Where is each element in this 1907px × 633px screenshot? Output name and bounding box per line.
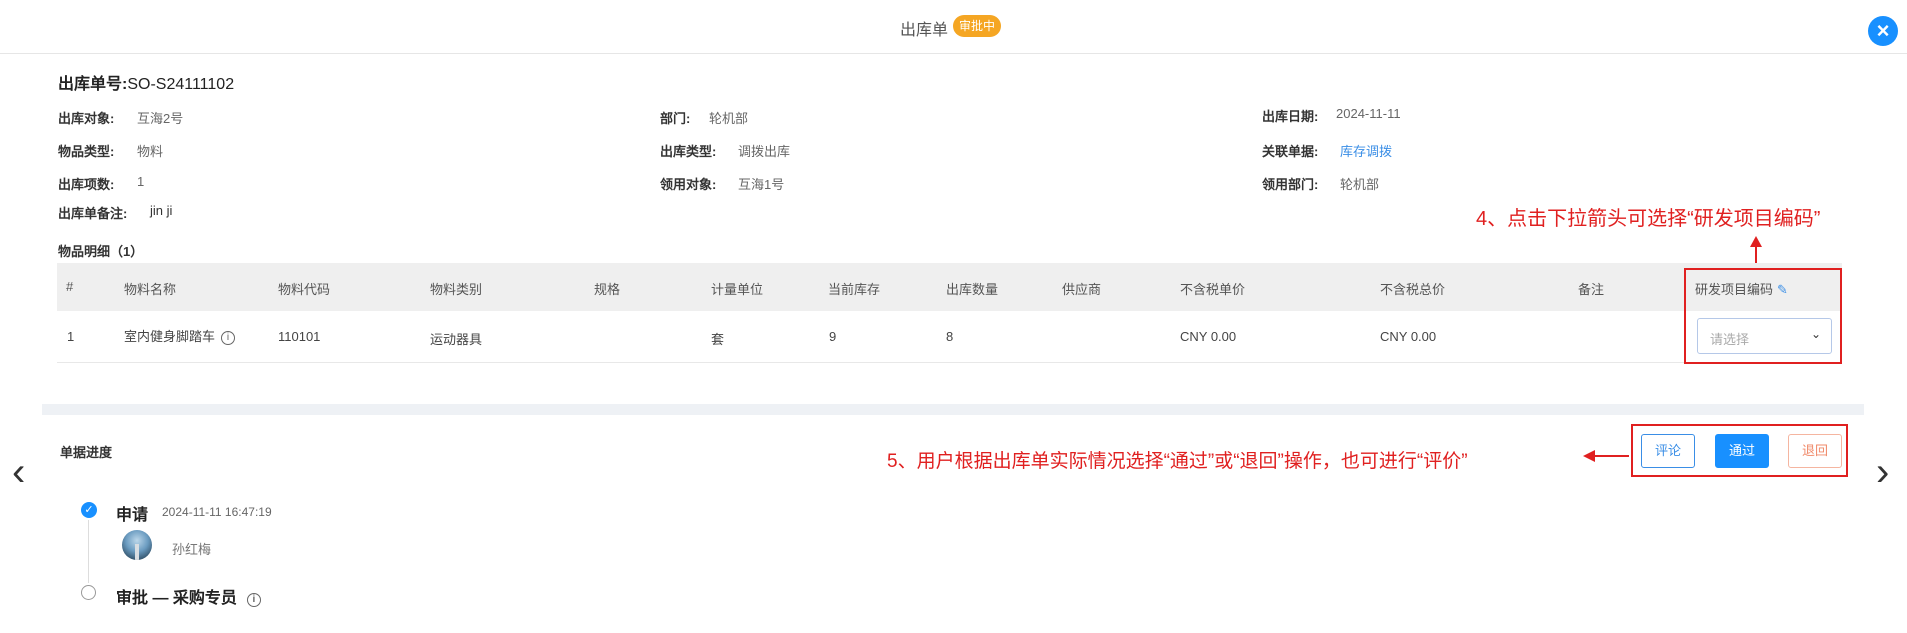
column-unit: 计量单位 — [711, 282, 764, 297]
row-index: 1 — [67, 329, 75, 344]
order-number: 出库单号:SO-S24111102 — [58, 70, 234, 94]
chevron-right-icon[interactable]: › — [1876, 452, 1889, 492]
related-label: 关联单据: — [1262, 144, 1319, 159]
column-index: # — [66, 279, 74, 294]
receiver-dept-value: 轮机部 — [1340, 177, 1380, 192]
remark-label: 出库单备注: — [58, 206, 128, 221]
row-unit-price: CNY 0.00 — [1180, 329, 1237, 344]
row-stock: 9 — [829, 329, 837, 344]
dept-value: 轮机部 — [709, 111, 749, 126]
status-badge: 审批中 — [953, 15, 1002, 37]
step-apply-user: 孙红梅 — [172, 542, 212, 557]
info-icon[interactable]: i — [246, 593, 261, 607]
annotation-note-5: 5、用户根据出库单实际情况选择“通过”或“退回”操作，也可进行“评价” — [887, 451, 1468, 472]
related-doc-link[interactable]: 库存调拨 — [1340, 141, 1392, 160]
annotation-note-4: 4、点击下拉箭头可选择“研发项目编码” — [1476, 208, 1821, 230]
target-label: 出库对象: — [58, 111, 115, 126]
timeline-line — [88, 520, 89, 583]
row-name: 室内健身脚踏车 i — [124, 326, 236, 345]
count-label: 出库项数: — [58, 177, 115, 192]
order-number-value: SO-S24111102 — [127, 76, 235, 93]
item-type-value: 物料 — [137, 144, 164, 159]
highlight-box-project — [1684, 268, 1842, 364]
dept-label: 部门: — [660, 111, 691, 126]
column-stock: 当前库存 — [828, 282, 881, 297]
row-unit: 套 — [711, 332, 725, 347]
step-approve-title: 审批 — 采购专员 i — [116, 584, 261, 608]
header-bar: 出库单 审批中 × — [0, 0, 1907, 54]
column-spec: 规格 — [594, 282, 621, 297]
row-category: 运动器具 — [430, 332, 483, 347]
target-value: 互海2号 — [137, 111, 184, 126]
out-type-value: 调拨出库 — [738, 144, 791, 159]
column-name: 物料名称 — [124, 282, 177, 297]
check-icon: ✓ — [81, 502, 97, 518]
order-number-label: 出库单号: — [58, 76, 128, 93]
receiver-label: 领用对象: — [660, 177, 717, 192]
step-approve-title-text: 审批 — 采购专员 — [116, 590, 237, 607]
avatar — [122, 530, 152, 560]
pending-step-icon — [81, 585, 96, 600]
date-label: 出库日期: — [1262, 109, 1319, 124]
arrow-left-icon — [1583, 450, 1629, 462]
column-category: 物料类别 — [430, 282, 483, 297]
row-qty: 8 — [946, 329, 954, 344]
chevron-left-icon[interactable]: ‹ — [12, 452, 25, 492]
section-divider — [42, 404, 1864, 415]
highlight-box-actions — [1631, 424, 1848, 477]
receiver-value: 互海1号 — [738, 177, 785, 192]
date-value: 2024-11-11 — [1336, 106, 1401, 121]
info-icon[interactable]: i — [221, 331, 236, 345]
page-title: 出库单 — [900, 22, 949, 39]
table-header: # 物料名称 物料代码 物料类别 规格 计量单位 当前库存 出库数量 供应商 不… — [57, 263, 1842, 311]
column-remark: 备注 — [1578, 282, 1605, 297]
count-value: 1 — [137, 174, 145, 189]
receiver-dept-label: 领用部门: — [1262, 177, 1319, 192]
column-qty: 出库数量 — [946, 282, 999, 297]
close-icon[interactable]: × — [1868, 16, 1898, 46]
details-title: 物品明细（1） — [58, 244, 144, 259]
row-name-text: 室内健身脚踏车 — [124, 329, 216, 344]
column-unit-price: 不含税单价 — [1180, 282, 1246, 297]
row-code: 110101 — [278, 329, 321, 344]
step-apply-title: 申请 — [116, 507, 149, 524]
column-total-price: 不含税总价 — [1380, 282, 1446, 297]
item-type-label: 物品类型: — [58, 144, 115, 159]
remark-value: jin ji — [150, 203, 173, 218]
row-total-price: CNY 0.00 — [1380, 329, 1437, 344]
out-type-label: 出库类型: — [660, 144, 717, 159]
progress-title: 单据进度 — [60, 445, 113, 460]
column-supplier: 供应商 — [1062, 282, 1102, 297]
step-apply-time: 2024-11-11 16:47:19 — [162, 505, 272, 519]
table-row: 1 室内健身脚踏车 i 110101 运动器具 套 9 8 CNY 0.00 CN… — [57, 311, 1842, 363]
column-code: 物料代码 — [278, 282, 331, 297]
